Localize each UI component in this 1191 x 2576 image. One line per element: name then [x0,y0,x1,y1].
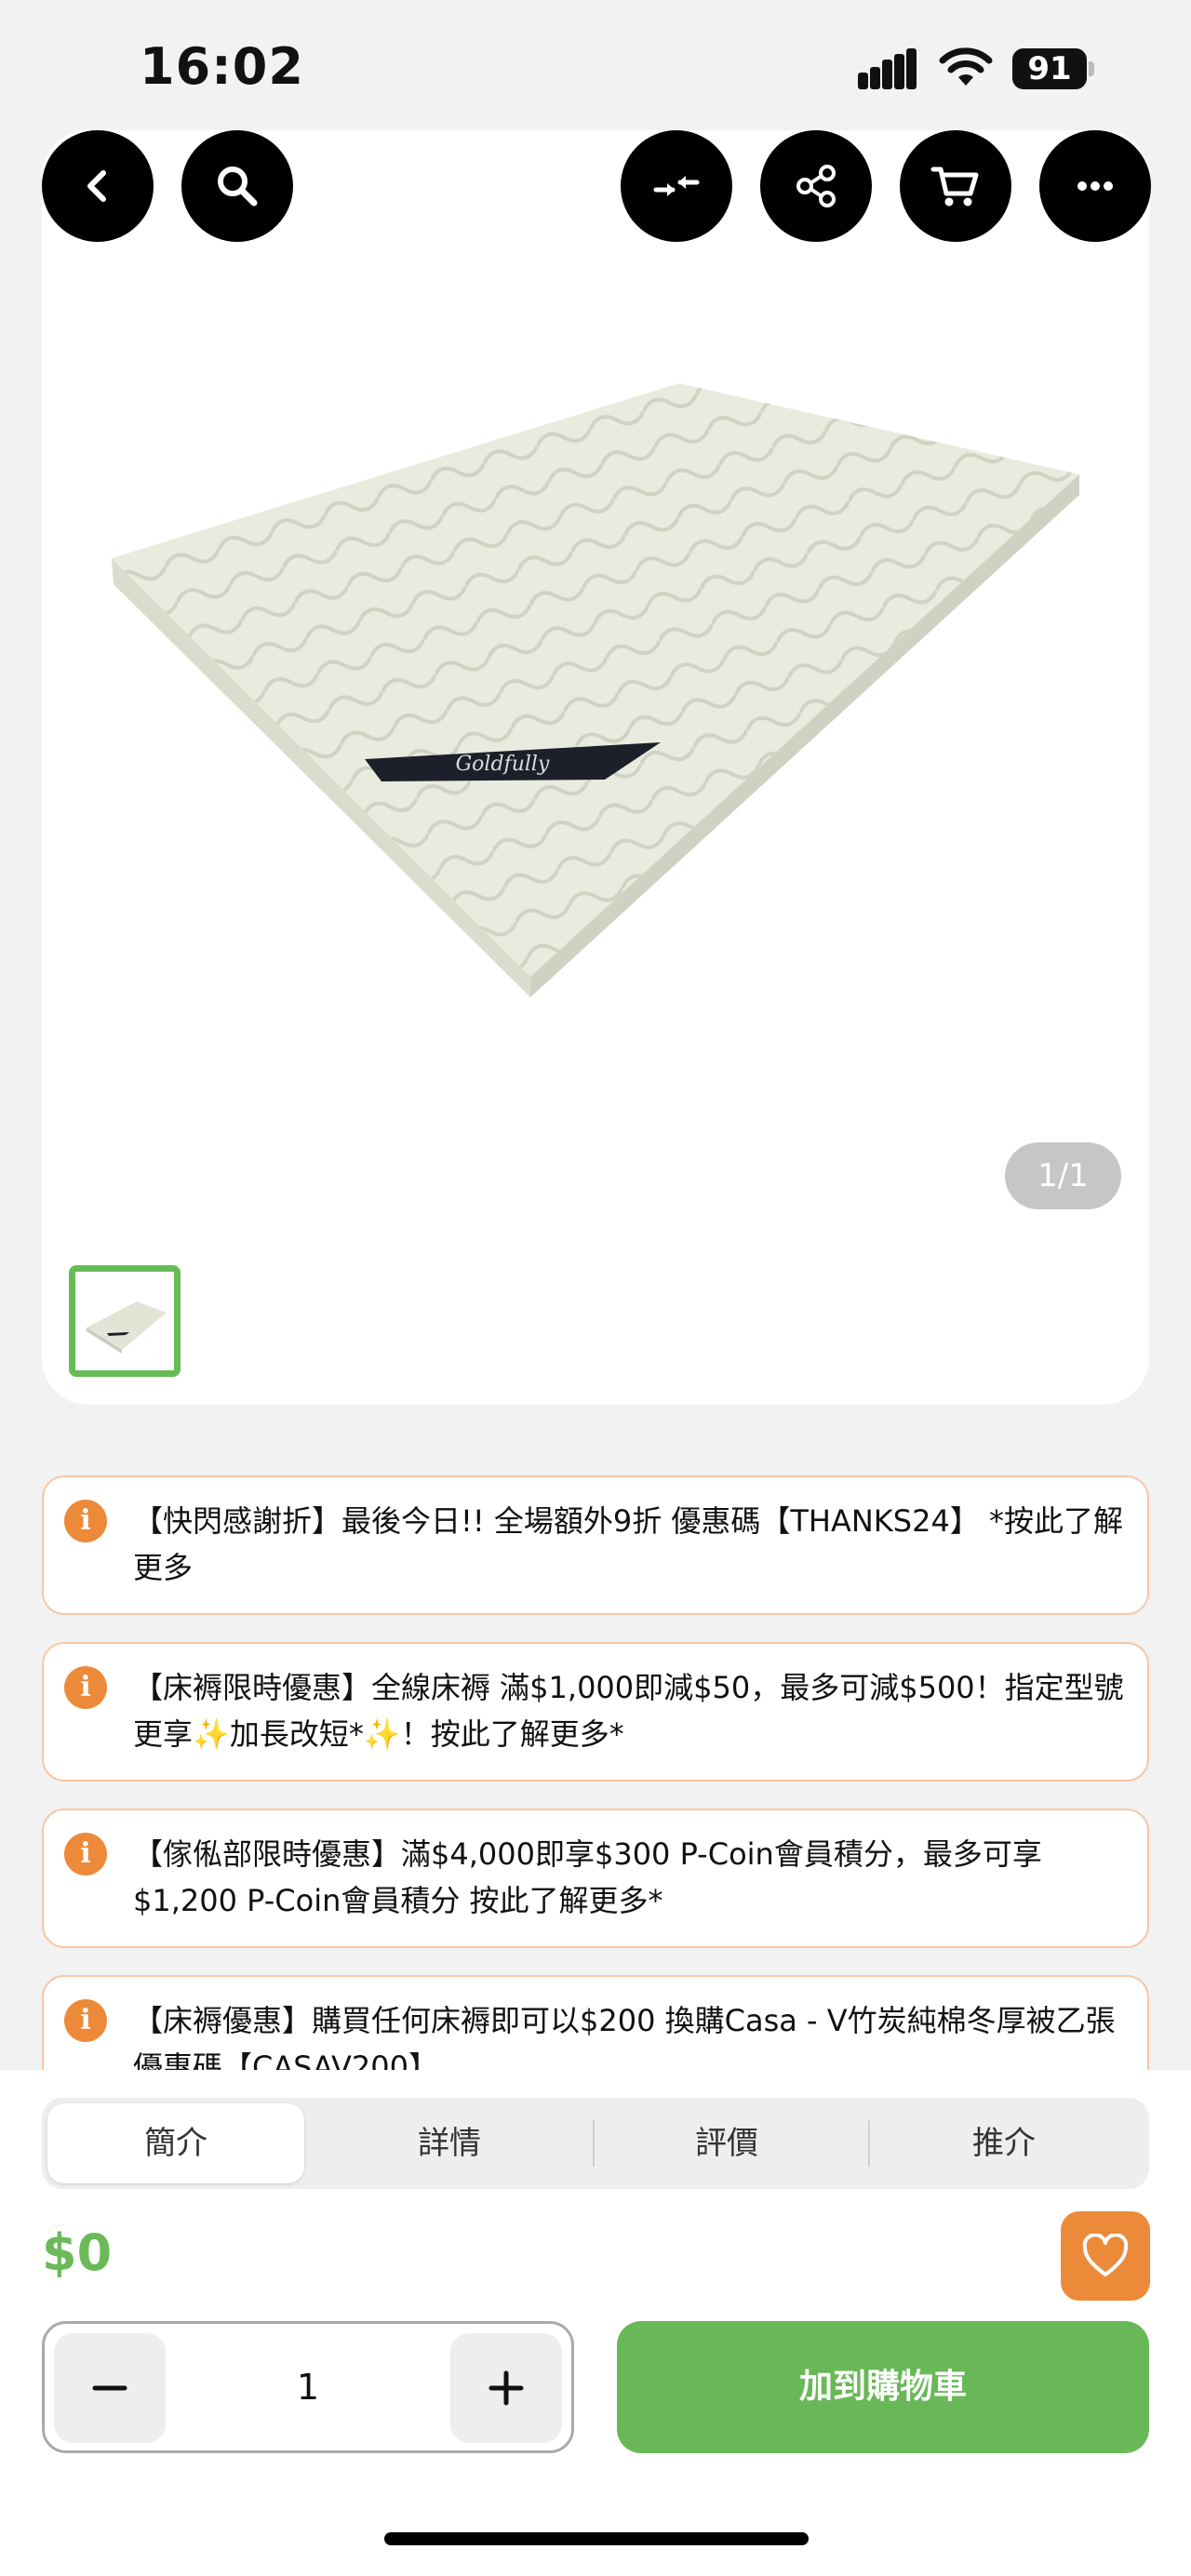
back-icon [87,170,106,202]
compare-icon [653,176,700,196]
heart-icon [1082,2234,1129,2276]
tab-reviews[interactable]: 評價 [598,2103,855,2183]
cellular-signal-icon [858,48,919,89]
promo-text: 【快閃感謝折】最後今日!! 全場額外9折 優惠碼【THANKS24】 *按此了解… [133,1503,1123,1585]
home-indicator [384,2532,809,2545]
product-image[interactable]: Goldfully [102,372,1089,1005]
cart-icon [930,167,979,207]
search-icon [218,167,258,207]
product-price: $0 [42,2223,113,2282]
add-to-cart-button[interactable]: 加到購物車 [617,2321,1149,2453]
wifi-icon [939,47,993,86]
info-icon: i [64,1500,107,1542]
bottom-action-panel: 簡介 詳情 評價 推介 $0 1 加到購物車 [0,2070,1191,2576]
more-button[interactable] [1039,130,1151,242]
minus-icon [92,2385,127,2391]
favorite-button[interactable] [1061,2211,1150,2301]
promo-text: 【床褥限時優惠】全線床褥 滿$1,000即減$50，最多可減$500！指定型號更… [133,1670,1124,1752]
quantity-value[interactable]: 1 [175,2324,441,2450]
info-icon: i [64,1999,107,2042]
tab-recommend[interactable]: 推介 [876,2103,1132,2183]
share-button[interactable] [760,130,872,242]
battery-level: 91 [1012,48,1087,89]
search-button[interactable] [181,130,293,242]
tab-intro[interactable]: 簡介 [47,2103,304,2183]
page-indicator: 1/1 [1005,1142,1121,1209]
compare-button[interactable] [621,130,732,242]
promo-banner[interactable]: i 【快閃感謝折】最後今日!! 全場額外9折 優惠碼【THANKS24】 *按此… [42,1475,1149,1615]
brand-label-text: Goldfully [456,753,550,776]
tab-details[interactable]: 詳情 [321,2103,578,2183]
status-bar: 16:02 91 [0,0,1191,140]
promo-banner[interactable]: i 【床褥限時優惠】全線床褥 滿$1,000即減$50，最多可減$500！指定型… [42,1642,1149,1782]
status-time: 16:02 [140,37,304,96]
battery-icon: 91 [1012,48,1094,89]
thumbnail-image [87,1301,167,1354]
share-icon [796,165,836,207]
promo-banner[interactable]: i 【傢俬部限時優惠】滿$4,000即享$300 P-Coin會員積分，最多可享… [42,1809,1149,1948]
quantity-stepper: 1 [42,2321,574,2453]
back-button[interactable] [42,130,154,242]
thumbnail-1[interactable] [69,1265,181,1377]
info-icon: i [64,1666,107,1709]
cart-button[interactable] [900,130,1011,242]
increase-quantity-button[interactable] [450,2333,562,2443]
promo-text: 【傢俬部限時優惠】滿$4,000即享$300 P-Coin會員積分，最多可享$1… [133,1836,1042,1918]
section-tabs: 簡介 詳情 評價 推介 [42,2098,1149,2189]
info-icon: i [64,1833,107,1875]
plus-icon [488,2370,524,2406]
decrease-quantity-button[interactable] [54,2333,166,2443]
more-icon [1077,181,1113,191]
